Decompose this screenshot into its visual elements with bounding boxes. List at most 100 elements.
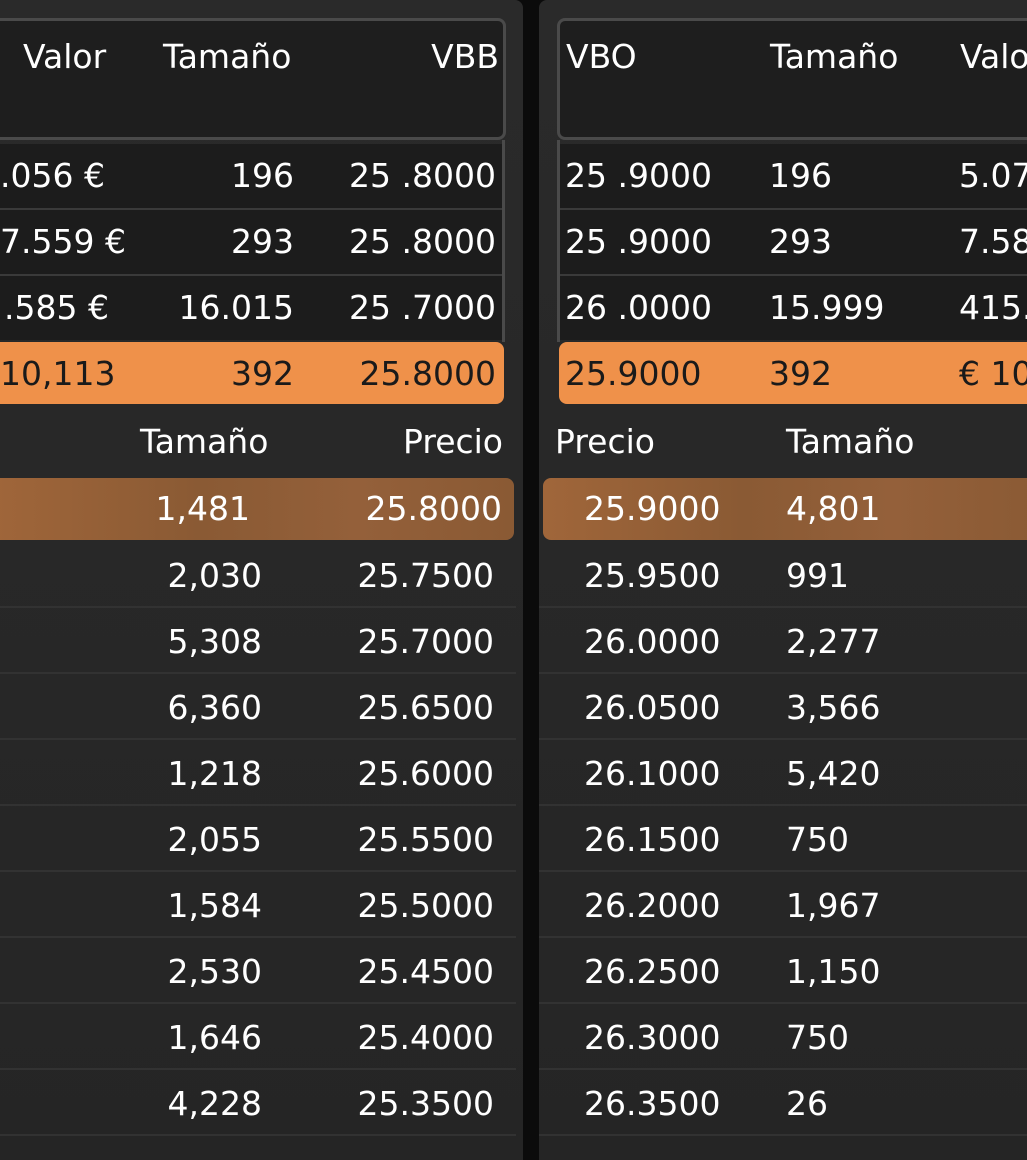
header-tamano: Tamaño	[770, 37, 899, 76]
divider	[0, 870, 516, 872]
list-item[interactable]: 2,530 25.4500	[0, 940, 516, 1004]
table-row[interactable]: 25 .9000 196 5.07	[559, 144, 1027, 208]
divider	[0, 606, 516, 608]
list-item[interactable]: 3,566 26.0500	[539, 676, 1027, 740]
divider	[539, 738, 1027, 740]
book-precio: 25.8000	[365, 489, 502, 528]
book-tamano: 5,308	[167, 622, 262, 661]
divider	[539, 936, 1027, 938]
book-precio: 25.4500	[357, 952, 494, 991]
best-bid-row[interactable]: 10,113 392 25.8000	[0, 342, 504, 404]
list-item[interactable]: 1,646 25.4000	[0, 1006, 516, 1070]
list-item[interactable]: 750 26.3000	[539, 1006, 1027, 1070]
book-precio: 25.3500	[357, 1084, 494, 1123]
list-item[interactable]: 1,218 25.6000	[0, 742, 516, 806]
best-bid-tamano: 392	[231, 354, 294, 393]
list-item[interactable]: 4,228 25.3500	[0, 1072, 516, 1136]
ask-panel: VBO Tamaño Valo 25 .9000 196 5.07 25 .90…	[539, 0, 1027, 1160]
book-precio: 25.6500	[357, 688, 494, 727]
header-valor: Valo	[960, 37, 1027, 76]
row-vbb: 25 .7000	[349, 288, 496, 327]
list-item[interactable]: 991 25.9500	[539, 544, 1027, 608]
bid-summary-header: Valor Tamaño VBB	[0, 18, 506, 140]
book-tamano: 1,218	[167, 754, 262, 793]
book-tamano: 2,530	[167, 952, 262, 991]
book-tamano: 991	[786, 556, 849, 595]
book-best-bid-row[interactable]: 1,481 25.8000	[0, 478, 514, 540]
book-precio: 26.1500	[584, 820, 721, 859]
table-row[interactable]: .585 € 16.015 25 .7000	[0, 276, 504, 340]
row-valor: .585 €	[4, 288, 109, 327]
column-border	[502, 140, 505, 342]
book-precio: 26.3000	[584, 1018, 721, 1057]
list-item[interactable]: 5,308 25.7000	[0, 610, 516, 674]
best-ask-row[interactable]: 25.9000 392 € 10	[559, 342, 1027, 404]
table-row[interactable]: .056 € 196 25 .8000	[0, 144, 504, 208]
book-precio: 26.1000	[584, 754, 721, 793]
best-bid-vbb: 25.8000	[359, 354, 496, 393]
list-item[interactable]: 2,055 25.5500	[0, 808, 516, 872]
best-ask-vbo: 25.9000	[565, 354, 702, 393]
book-tamano: 1,967	[786, 886, 881, 925]
row-tamano: 15.999	[769, 288, 885, 327]
row-vbb: 25 .8000	[349, 222, 496, 261]
row-tamano: 196	[769, 156, 832, 195]
book-precio: 25.5000	[357, 886, 494, 925]
divider	[539, 1068, 1027, 1070]
bid-panel: Valor Tamaño VBB .056 € 196 25 .8000 7.5…	[0, 0, 523, 1160]
divider	[0, 1134, 516, 1136]
row-vbb: 25 .8000	[349, 156, 496, 195]
list-item[interactable]: 1,150 26.2500	[539, 940, 1027, 1004]
book-precio: 25.9000	[584, 489, 721, 528]
book-precio: 25.7500	[357, 556, 494, 595]
book-tamano: 1,150	[786, 952, 881, 991]
divider	[0, 1002, 516, 1004]
book-precio: 25.4000	[357, 1018, 494, 1057]
book-tamano: 3,566	[786, 688, 881, 727]
list-item[interactable]: 26 26.3500	[539, 1072, 1027, 1136]
row-vbo: 26 .0000	[565, 288, 712, 327]
divider	[0, 936, 516, 938]
book-precio: 25.5500	[357, 820, 494, 859]
row-vbo: 25 .9000	[565, 222, 712, 261]
list-item[interactable]: 1,967 26.2000	[539, 874, 1027, 938]
divider	[0, 1068, 516, 1070]
divider	[539, 1002, 1027, 1004]
row-tamano: 293	[769, 222, 832, 261]
list-item[interactable]: 2,030 25.7500	[0, 544, 516, 608]
row-valor: 5.07	[959, 156, 1027, 195]
row-valor: 415.	[959, 288, 1027, 327]
row-tamano: 196	[231, 156, 294, 195]
book-header-tamano: Tamaño	[140, 422, 269, 461]
divider	[0, 804, 516, 806]
book-precio: 25.9500	[584, 556, 721, 595]
row-tamano: 16.015	[178, 288, 294, 327]
row-valor: 7.58	[959, 222, 1027, 261]
list-item[interactable]: 750 26.1500	[539, 808, 1027, 872]
column-border	[557, 140, 560, 342]
divider	[539, 672, 1027, 674]
row-valor: 7.559 €	[0, 222, 126, 261]
book-best-ask-row[interactable]: 25.9000 4,801	[543, 478, 1027, 540]
table-row[interactable]: 7.559 € 293 25 .8000	[0, 210, 504, 274]
list-item[interactable]: 2,277 26.0000	[539, 610, 1027, 674]
book-precio: 25.6000	[357, 754, 494, 793]
book-precio: 26.2500	[584, 952, 721, 991]
divider	[0, 738, 516, 740]
divider	[539, 804, 1027, 806]
book-header-precio: Precio	[555, 422, 655, 461]
book-tamano: 1,584	[167, 886, 262, 925]
list-item[interactable]: 6,360 25.6500	[0, 676, 516, 740]
book-precio: 26.0000	[584, 622, 721, 661]
best-bid-valor: 10,113	[0, 354, 116, 393]
book-header-tamano: Tamaño	[786, 422, 915, 461]
list-item[interactable]: 1,584 25.5000	[0, 874, 516, 938]
table-row[interactable]: 25 .9000 293 7.58	[559, 210, 1027, 274]
book-tamano: 1,646	[167, 1018, 262, 1057]
header-vbb: VBB	[431, 37, 499, 76]
table-row[interactable]: 26 .0000 15.999 415.	[559, 276, 1027, 340]
best-ask-valor: € 10	[959, 354, 1027, 393]
book-tamano: 6,360	[167, 688, 262, 727]
book-tamano: 1,481	[155, 489, 250, 528]
list-item[interactable]: 5,420 26.1000	[539, 742, 1027, 806]
